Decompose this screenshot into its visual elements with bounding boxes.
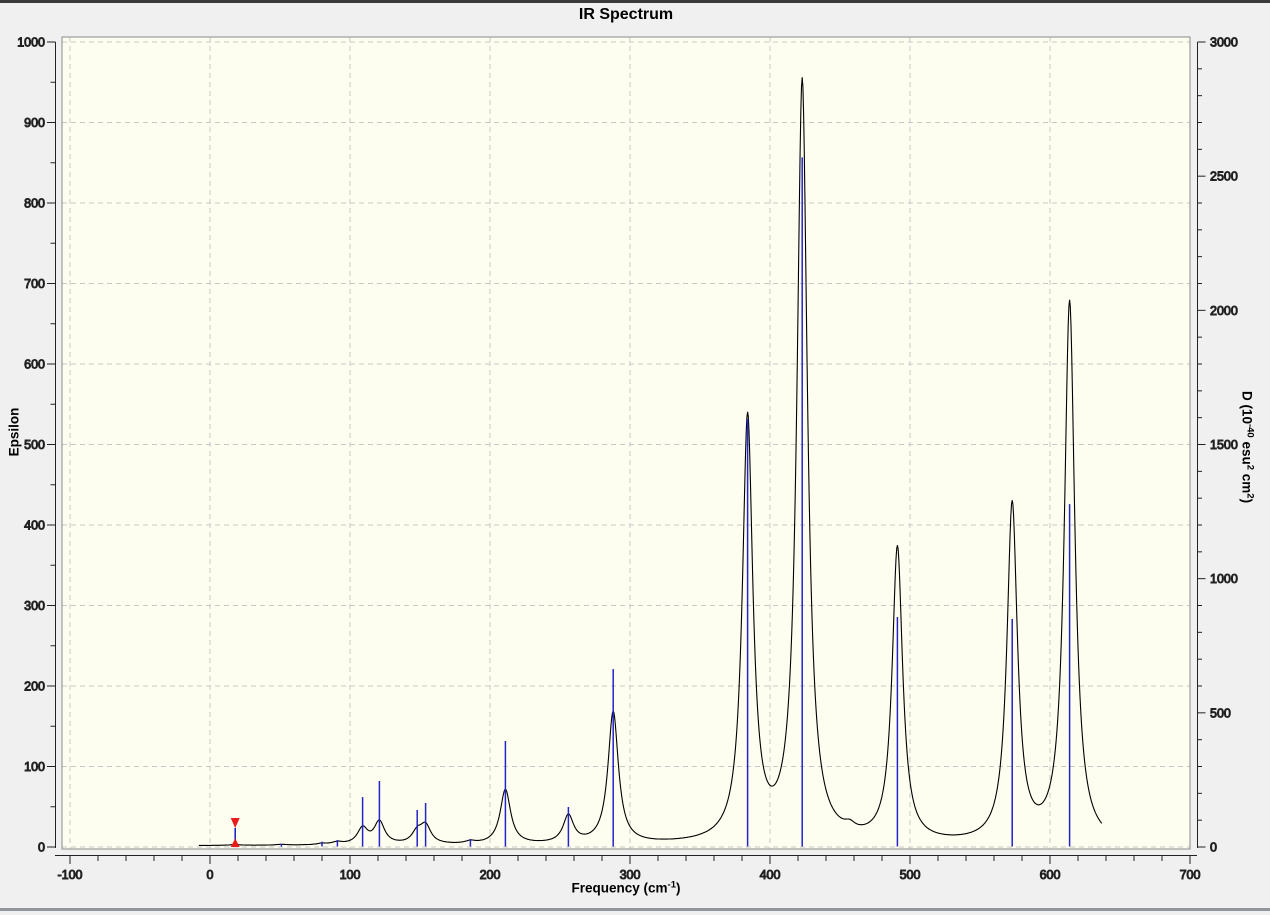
tick-label: 1000 [17, 36, 45, 50]
tick-label: 100 [24, 760, 45, 774]
tick-label: 1500 [1210, 438, 1238, 452]
superscript-text: 2 [1244, 464, 1256, 470]
label-text: cm [1239, 470, 1255, 494]
y-axis-left: 0 100 200 300 400 500 600 700 800 900 1000 [17, 35, 56, 855]
tick-label: 800 [24, 197, 45, 211]
tick-label: 500 [1210, 706, 1231, 720]
superscript-text: 2 [1244, 493, 1256, 499]
tick-label: 3000 [1210, 36, 1238, 50]
tick-label: 200 [24, 680, 45, 694]
tick-label: 1000 [1210, 572, 1238, 586]
tick-label: 0 [38, 841, 45, 855]
y-axis-label-epsilon: Epsilon [6, 407, 22, 457]
tick-label: 2500 [1210, 170, 1238, 184]
tick-label: 600 [24, 358, 45, 372]
tick-label: 300 [24, 599, 45, 613]
y-axis-right: 0 500 1000 1500 2000 2500 3000 [1197, 35, 1238, 855]
tick-label: 700 [1180, 868, 1201, 882]
label-text: D (10 [1239, 390, 1255, 424]
tick-label: 0 [207, 868, 214, 882]
tick-label: 0 [1210, 841, 1217, 855]
plot-background [62, 37, 1190, 849]
tick-label: 500 [24, 438, 45, 452]
label-text: ) [675, 880, 681, 896]
tick-label: 200 [480, 868, 501, 882]
label-text: Frequency (cm [571, 880, 668, 896]
label-text: ) [1239, 498, 1255, 504]
ir-spectrum-window: IR Spectrum -100 0 100 200 300 400 500 600 700 0 1… [0, 0, 1270, 915]
y-axis-label-dipole-strength: D (10-40 esu2 cm2) [1239, 390, 1256, 504]
label-text: esu [1239, 437, 1255, 465]
superscript-text: -40 [1244, 423, 1256, 438]
x-axis-label-frequency: Frequency (cm-1) [571, 879, 681, 896]
tick-label: 100 [340, 868, 361, 882]
tick-label: 600 [1040, 868, 1061, 882]
tick-label: 500 [900, 868, 921, 882]
window-bottom-edge [0, 908, 1270, 911]
tick-label: 400 [760, 868, 781, 882]
tick-label: 2000 [1210, 304, 1238, 318]
tick-label: 700 [24, 277, 45, 291]
spectrum-plot-canvas: -100 0 100 200 300 400 500 600 70001002003004005… [17, 35, 1239, 883]
tick-label: -100 [57, 868, 82, 882]
tick-label: 900 [24, 116, 45, 130]
superscript-text: -1 [667, 879, 676, 891]
x-axis: -100 0 100 200 300 400 500 600 700 [55, 855, 1201, 883]
tick-label: 400 [24, 519, 45, 533]
